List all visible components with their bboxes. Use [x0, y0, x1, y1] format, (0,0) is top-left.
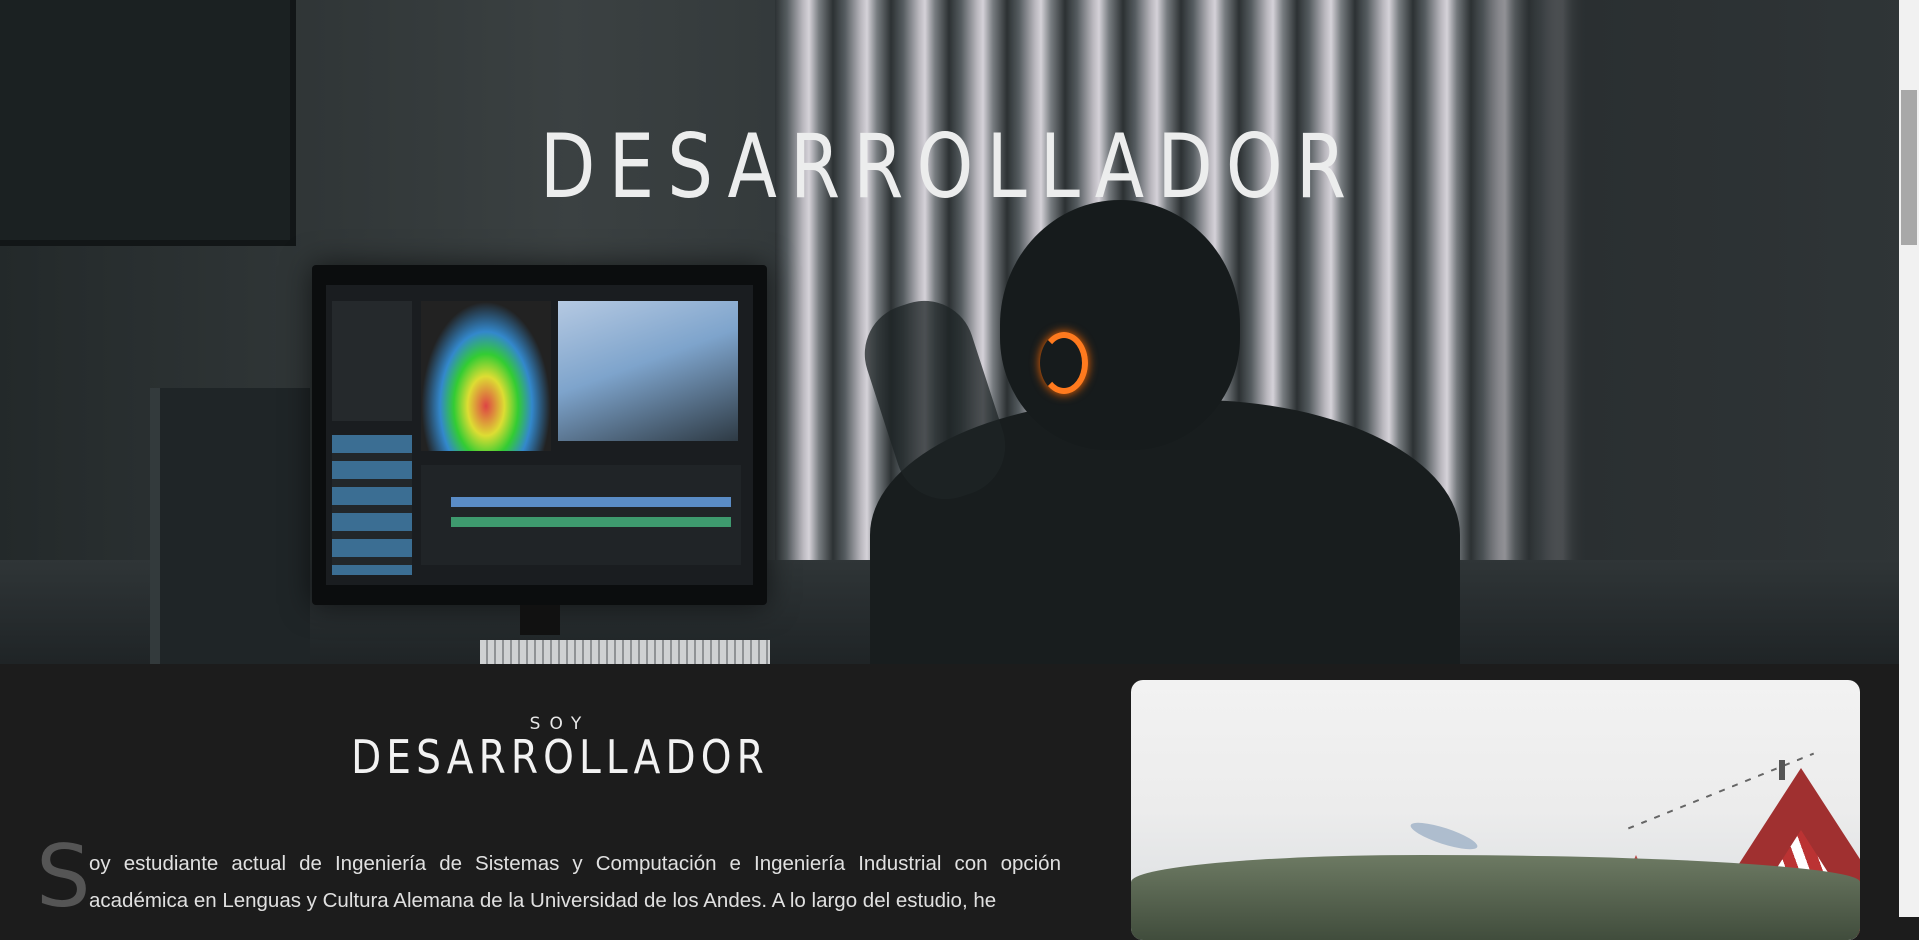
headphone-light	[1040, 332, 1088, 394]
pc-tower	[150, 388, 310, 664]
about-photo	[1131, 680, 1860, 940]
person-head	[1000, 200, 1240, 450]
drop-cap: S	[36, 827, 91, 927]
hero-title: DESARROLLADOR	[539, 115, 1360, 218]
timeline-panel	[421, 465, 741, 565]
monitor-screen	[326, 285, 753, 585]
scrollbar-thumb[interactable]	[1901, 90, 1917, 245]
scope-panel	[421, 301, 551, 451]
hero-banner: DESARROLLADOR	[0, 0, 1899, 664]
project-panel	[332, 301, 412, 421]
monitor	[312, 265, 767, 605]
tent-pole	[1779, 760, 1785, 780]
audio-track	[451, 517, 731, 527]
media-bin	[332, 435, 412, 575]
bird	[1408, 817, 1480, 855]
about-paragraph: oy estudiante actual de Ingeniería de Si…	[89, 852, 1061, 912]
about-title: DESARROLLADOR	[351, 730, 769, 784]
page-scrollbar[interactable]	[1899, 0, 1919, 917]
monitor-stand	[520, 605, 560, 635]
tree-line	[1131, 855, 1860, 940]
video-track	[451, 497, 731, 507]
keyboard	[480, 640, 770, 664]
preview-panel	[558, 301, 738, 441]
